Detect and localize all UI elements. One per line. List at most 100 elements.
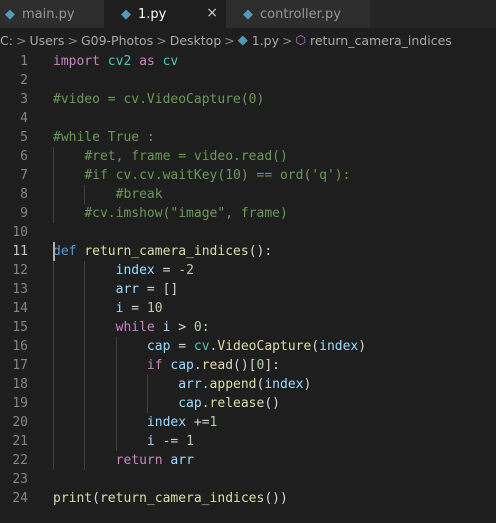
code-line[interactable]: 15 while i > 0: — [0, 318, 496, 337]
code-editor[interactable]: 1 import cv2 as cv 2 3 #video = cv.VideoCapt… — [0, 52, 496, 523]
breadcrumb-item-symbol[interactable]: return_camera_indices — [310, 33, 452, 48]
indent-guide — [115, 375, 117, 394]
code-token: -= — [154, 434, 187, 449]
breadcrumb-item-users[interactable]: Users — [29, 33, 64, 48]
code-token: . — [193, 358, 202, 373]
indent-guide — [84, 337, 86, 356]
code-line[interactable]: 22 return arr — [0, 451, 496, 470]
breadcrumb-item-drive[interactable]: C: — [0, 33, 13, 48]
code-line[interactable]: 3 #video = cv.VideoCapture(0) — [0, 90, 496, 109]
code-token: () — [264, 396, 280, 411]
code-text: #ret, frame = video.read() — [53, 147, 288, 166]
code-token: #ret, frame = video.read() — [84, 149, 288, 164]
code-line[interactable]: 9 #cv.imshow("image", frame) — [0, 204, 496, 223]
chevron-right-icon: > — [224, 32, 235, 48]
code-token: i — [146, 434, 155, 449]
code-line[interactable]: 6 #ret, frame = video.read() — [0, 147, 496, 166]
indent-guide — [53, 261, 54, 280]
indent-guide — [84, 375, 86, 394]
indent-guide — [84, 299, 86, 318]
code-token: arr — [170, 453, 194, 468]
code-line[interactable]: 16 cap = cv.VideoCapture(index) — [0, 337, 496, 356]
line-number: 13 — [12, 282, 28, 297]
code-line[interactable]: 8 #break — [0, 185, 496, 204]
breadcrumb-item-file[interactable]: 1.py — [252, 33, 279, 48]
code-text: cap.release() — [53, 394, 280, 413]
tab-controller-py[interactable]: ◆ controller.py — [226, 0, 370, 28]
code-text: if cap.read()[0]: — [53, 356, 280, 375]
indent-guide — [53, 147, 54, 166]
line-number: 4 — [20, 111, 28, 126]
code-line[interactable]: 17 if cap.read()[0]: — [0, 356, 496, 375]
line-number: 9 — [20, 206, 28, 221]
indent-guide — [84, 451, 86, 470]
code-token: return — [115, 453, 163, 468]
code-text: #cv.imshow("image", frame) — [53, 204, 288, 223]
code-line[interactable]: 14 i = 10 — [0, 299, 496, 318]
line-number: 7 — [20, 168, 28, 183]
code-token: : — [201, 320, 210, 335]
breadcrumb-item-desktop[interactable]: Desktop — [170, 33, 222, 48]
indent-guide — [84, 185, 86, 204]
code-text: index +=1 — [53, 413, 217, 432]
indent-guide — [84, 261, 86, 280]
close-icon[interactable]: × — [206, 5, 218, 21]
code-line[interactable]: 10 — [0, 223, 496, 242]
tab-main-py[interactable]: ◆ main.py — [0, 0, 104, 28]
line-number: 8 — [20, 187, 28, 202]
indent-guide — [115, 337, 117, 356]
code-line[interactable]: 23 — [0, 470, 496, 489]
tab-1-py[interactable]: ◆ 1.py × — [104, 0, 226, 28]
code-line[interactable]: 2 — [0, 71, 496, 90]
code-line[interactable]: 13 arr = [] — [0, 280, 496, 299]
code-token: (): — [248, 244, 273, 259]
line-number: 22 — [12, 453, 28, 468]
python-file-icon: ◆ — [237, 32, 248, 48]
line-number: 14 — [12, 301, 28, 316]
code-line[interactable]: 24 print(return_camera_indices()) — [0, 489, 496, 508]
code-line[interactable]: 4 — [0, 109, 496, 128]
method-cube-icon: ⬡ — [295, 33, 306, 47]
code-token: ) — [358, 339, 367, 354]
code-token: = — [123, 301, 147, 316]
indent-guide — [146, 375, 148, 394]
line-number: 20 — [12, 415, 28, 430]
code-line[interactable]: 20 index +=1 — [0, 413, 496, 432]
line-number: 5 — [20, 130, 28, 145]
indent-guide — [53, 413, 54, 432]
code-line[interactable]: 11 def return_camera_indices(): — [0, 242, 496, 261]
code-text: #break — [53, 185, 163, 204]
line-number: 19 — [12, 396, 28, 411]
indent-guide — [53, 394, 54, 413]
code-line[interactable]: 7 #if cv.cv.waitKey(10) == ord('q'): — [0, 166, 496, 185]
code-line[interactable]: 1 import cv2 as cv — [0, 52, 496, 71]
code-line[interactable]: 18 arr.append(index) — [0, 375, 496, 394]
code-token: 1 — [186, 434, 194, 449]
code-text: while i > 0: — [53, 318, 210, 337]
code-token: ( — [92, 491, 100, 506]
code-line[interactable]: 19 cap.release() — [0, 394, 496, 413]
code-token: arr — [115, 282, 140, 297]
code-token: as — [139, 54, 155, 69]
code-token: #while True : — [53, 130, 155, 145]
code-line[interactable]: 12 index = -2 — [0, 261, 496, 280]
indent-guide — [84, 413, 86, 432]
line-number: 11 — [12, 244, 28, 259]
code-text: #while True : — [53, 128, 155, 147]
code-token: #video = cv.VideoCapture(0) — [53, 92, 265, 107]
code-token: cap — [178, 396, 202, 411]
code-line[interactable]: 21 i -= 1 — [0, 432, 496, 451]
code-line[interactable]: 5 #while True : — [0, 128, 496, 147]
code-text: arr = [] — [53, 280, 179, 299]
code-token: 1 — [209, 415, 218, 430]
code-text: cap = cv.VideoCapture(index) — [53, 337, 366, 356]
code-token: #cv.imshow("image", frame) — [84, 206, 288, 221]
breadcrumb-item-user[interactable]: G09-Photos — [81, 33, 153, 48]
code-token: while — [115, 320, 155, 335]
